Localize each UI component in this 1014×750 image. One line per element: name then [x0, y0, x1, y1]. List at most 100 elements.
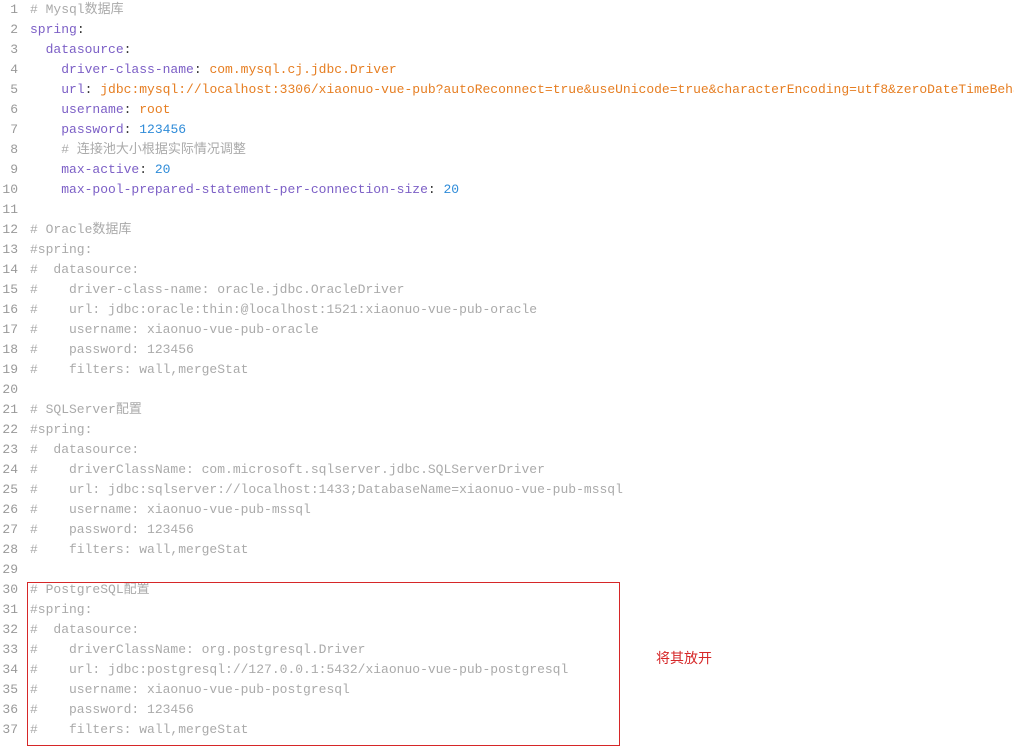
line-number: 24 — [0, 460, 24, 480]
line-number: 22 — [0, 420, 24, 440]
line-number: 31 — [0, 600, 24, 620]
code-content: url: jdbc:mysql://localhost:3306/xiaonuo… — [24, 80, 1014, 100]
code-content: # datasource: — [24, 620, 1014, 640]
token: spring — [30, 22, 77, 37]
token: 20 — [444, 182, 460, 197]
line-number: 23 — [0, 440, 24, 460]
token: # driverClassName: com.microsoft.sqlserv… — [30, 462, 545, 477]
line-number: 12 — [0, 220, 24, 240]
code-line: 12# Oracle数据库 — [0, 220, 1014, 240]
token: # password: 123456 — [30, 702, 194, 717]
token — [30, 142, 61, 157]
code-content: # driverClassName: com.microsoft.sqlserv… — [24, 460, 1014, 480]
token: driver-class-name — [61, 62, 194, 77]
token: password — [61, 122, 123, 137]
code-content: # password: 123456 — [24, 520, 1014, 540]
code-line: 29 — [0, 560, 1014, 580]
code-line: 33# driverClassName: org.postgresql.Driv… — [0, 640, 1014, 660]
token: # SQLServer配置 — [30, 402, 142, 417]
token: : — [194, 62, 210, 77]
code-content: #spring: — [24, 600, 1014, 620]
code-content: username: root — [24, 100, 1014, 120]
token: #spring: — [30, 242, 92, 257]
line-number: 15 — [0, 280, 24, 300]
line-number: 13 — [0, 240, 24, 260]
code-line: 6 username: root — [0, 100, 1014, 120]
code-content: # url: jdbc:sqlserver://localhost:1433;D… — [24, 480, 1014, 500]
code-line: 27# password: 123456 — [0, 520, 1014, 540]
token: jdbc:mysql://localhost:3306/xiaonuo-vue-… — [100, 82, 1014, 97]
code-content: # driver-class-name: oracle.jdbc.OracleD… — [24, 280, 1014, 300]
token — [30, 182, 61, 197]
line-number: 10 — [0, 180, 24, 200]
token — [30, 102, 61, 117]
line-number: 28 — [0, 540, 24, 560]
line-number: 5 — [0, 80, 24, 100]
code-content: max-active: 20 — [24, 160, 1014, 180]
token: : — [124, 42, 132, 57]
token: # datasource: — [30, 442, 139, 457]
token: 20 — [155, 162, 171, 177]
code-content: # driverClassName: org.postgresql.Driver — [24, 640, 1014, 660]
code-content: # Mysql数据库 — [24, 0, 1014, 20]
code-line: 19 # filters: wall,mergeStat — [0, 360, 1014, 380]
token: url — [61, 82, 84, 97]
line-number: 14 — [0, 260, 24, 280]
token: # PostgreSQL配置 — [30, 582, 150, 597]
code-line: 8 # 连接池大小根据实际情况调整 — [0, 140, 1014, 160]
token: com.mysql.cj.jdbc.Driver — [209, 62, 396, 77]
code-line: 3 datasource: — [0, 40, 1014, 60]
line-number: 2 — [0, 20, 24, 40]
code-line: 35# username: xiaonuo-vue-pub-postgresql — [0, 680, 1014, 700]
token: # password: 123456 — [30, 342, 194, 357]
token — [30, 82, 61, 97]
token: username — [61, 102, 123, 117]
line-number: 34 — [0, 660, 24, 680]
token — [30, 122, 61, 137]
code-content: # 连接池大小根据实际情况调整 — [24, 140, 1014, 160]
code-line: 11 — [0, 200, 1014, 220]
code-line: 32# datasource: — [0, 620, 1014, 640]
line-number: 11 — [0, 200, 24, 220]
line-number: 29 — [0, 560, 24, 580]
code-line: 5 url: jdbc:mysql://localhost:3306/xiaon… — [0, 80, 1014, 100]
line-number: 32 — [0, 620, 24, 640]
code-line: 18 # password: 123456 — [0, 340, 1014, 360]
code-content: # username: xiaonuo-vue-pub-mssql — [24, 500, 1014, 520]
line-number: 27 — [0, 520, 24, 540]
code-content — [24, 380, 1014, 400]
token: # username: xiaonuo-vue-pub-oracle — [30, 322, 319, 337]
code-line: 25# url: jdbc:sqlserver://localhost:1433… — [0, 480, 1014, 500]
token: : — [77, 22, 85, 37]
code-content: # url: jdbc:oracle:thin:@localhost:1521:… — [24, 300, 1014, 320]
code-content: # url: jdbc:postgresql://127.0.0.1:5432/… — [24, 660, 1014, 680]
code-line: 7 password: 123456 — [0, 120, 1014, 140]
line-number: 26 — [0, 500, 24, 520]
code-content: # SQLServer配置 — [24, 400, 1014, 420]
code-line: 22#spring: — [0, 420, 1014, 440]
token: # Mysql数据库 — [30, 2, 124, 17]
code-content: datasource: — [24, 40, 1014, 60]
token: # filters: wall,mergeStat — [30, 362, 248, 377]
line-number: 1 — [0, 0, 24, 20]
token: 123456 — [139, 122, 186, 137]
code-content: # datasource: — [24, 260, 1014, 280]
code-line: 24 # driverClassName: com.microsoft.sqlse… — [0, 460, 1014, 480]
line-number: 36 — [0, 700, 24, 720]
line-number: 25 — [0, 480, 24, 500]
code-line: 4 driver-class-name: com.mysql.cj.jdbc.D… — [0, 60, 1014, 80]
line-number: 18 — [0, 340, 24, 360]
code-line: 13 #spring: — [0, 240, 1014, 260]
code-content: # filters: wall,mergeStat — [24, 720, 1014, 740]
token: # driver-class-name: oracle.jdbc.OracleD… — [30, 282, 404, 297]
code-content: # filters: wall,mergeStat — [24, 540, 1014, 560]
token — [30, 62, 61, 77]
code-content: # password: 123456 — [24, 700, 1014, 720]
token: # filters: wall,mergeStat — [30, 722, 248, 737]
code-line: 26# username: xiaonuo-vue-pub-mssql — [0, 500, 1014, 520]
code-content: # username: xiaonuo-vue-pub-oracle — [24, 320, 1014, 340]
line-number: 19 — [0, 360, 24, 380]
line-number: 9 — [0, 160, 24, 180]
token: # username: xiaonuo-vue-pub-postgresql — [30, 682, 350, 697]
token: max-active — [61, 162, 139, 177]
